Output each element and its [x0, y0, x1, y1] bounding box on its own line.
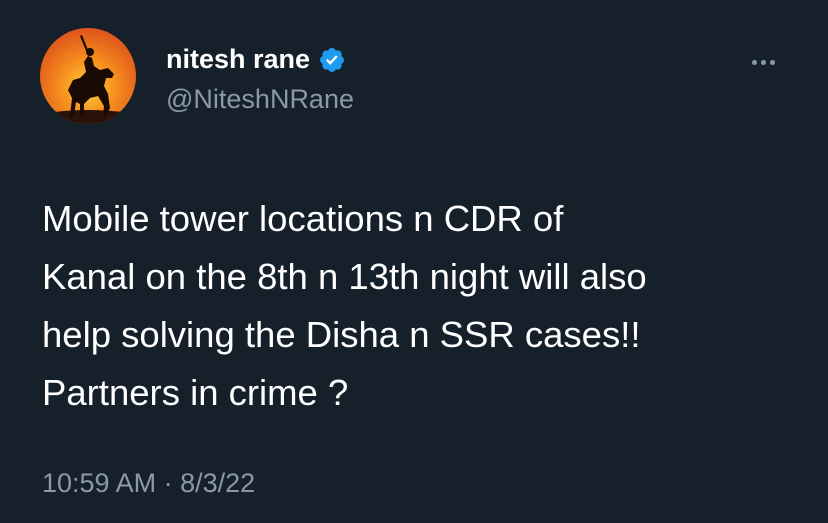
tweet-text-line: Kanal on the 8th n 13th night will also: [42, 256, 647, 297]
author-name-row: nitesh rane: [166, 44, 346, 75]
tweet-date: 8/3/22: [180, 468, 256, 498]
author-display-name[interactable]: nitesh rane: [166, 44, 310, 75]
verified-badge-icon: [318, 46, 346, 74]
author-handle[interactable]: @NiteshNRane: [166, 84, 354, 115]
tweet-text-line: Partners in crime ?: [42, 372, 349, 413]
tweet-card: nitesh rane @NiteshNRane Mobile tower lo…: [0, 0, 828, 523]
timestamp-separator: ·: [163, 468, 173, 498]
tweet-timestamp[interactable]: 10:59 AM · 8/3/22: [42, 468, 255, 499]
avatar[interactable]: [40, 28, 136, 124]
more-dot: [770, 60, 775, 65]
warrior-on-horse-silhouette-icon: [40, 28, 136, 124]
tweet-text-line: Mobile tower locations n CDR of: [42, 198, 564, 239]
tweet-time: 10:59 AM: [42, 468, 157, 498]
tweet-text: Mobile tower locations n CDR of Kanal on…: [42, 190, 812, 422]
more-dot: [761, 60, 766, 65]
more-options-icon[interactable]: [752, 60, 775, 65]
more-dot: [752, 60, 757, 65]
tweet-text-line: help solving the Disha n SSR cases!!: [42, 314, 641, 355]
